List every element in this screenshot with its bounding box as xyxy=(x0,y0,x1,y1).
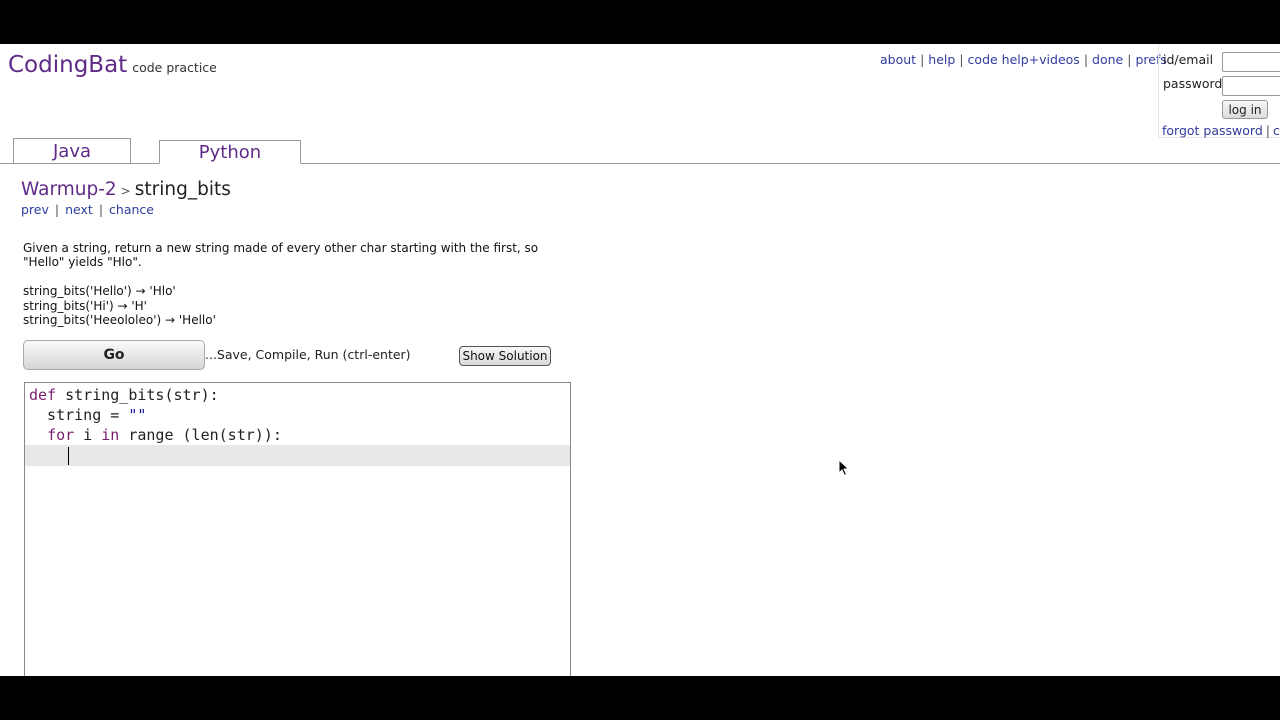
breadcrumb: Warmup-2 > string_bits xyxy=(21,179,231,200)
nav-separator: | xyxy=(1127,52,1132,67)
login-panel: id/email password log in forgot password… xyxy=(1158,44,1280,138)
show-solution-button[interactable]: Show Solution xyxy=(459,346,551,366)
top-nav: about | help | code help+videos | done | prefs xyxy=(880,52,1167,67)
example-line: string_bits('Hi') → 'H' xyxy=(23,298,147,313)
problem-nav-separator: | xyxy=(54,202,60,217)
code-keyword: in xyxy=(101,426,120,444)
create-account-link[interactable]: cr xyxy=(1273,123,1280,138)
id-email-input[interactable] xyxy=(1222,52,1280,72)
problem-nav-separator: | xyxy=(98,202,104,217)
code-line: for i in range (len(str)): xyxy=(29,425,282,445)
nav-done-link[interactable]: done xyxy=(1092,52,1123,67)
description-line: Given a string, return a new string made… xyxy=(23,241,539,255)
code-text: string_bits(str): xyxy=(56,386,219,404)
nav-separator: | xyxy=(959,52,964,67)
code-keyword: def xyxy=(29,386,57,404)
problem-description: Given a string, return a new string made… xyxy=(23,241,553,269)
go-button[interactable]: Go xyxy=(23,340,205,370)
breadcrumb-section-link[interactable]: Warmup-2 xyxy=(21,179,117,200)
id-email-label: id/email xyxy=(1163,52,1214,67)
nav-separator: | xyxy=(1083,52,1089,67)
nav-help-link[interactable]: help xyxy=(928,52,955,67)
code-editor[interactable]: def string_bits(str): string = "" for i … xyxy=(24,382,571,676)
problem-title: string_bits xyxy=(134,179,231,200)
text-caret xyxy=(68,447,69,465)
code-text: i xyxy=(74,426,102,444)
mouse-pointer-icon xyxy=(838,459,850,477)
site-tagline: code practice xyxy=(132,60,217,75)
next-link[interactable]: next xyxy=(65,202,93,217)
prev-link[interactable]: prev xyxy=(21,202,49,217)
nav-about-link[interactable]: about xyxy=(880,52,916,67)
login-link-separator: | xyxy=(1265,123,1270,138)
example-line: string_bits('Heeololeo') → 'Hello' xyxy=(23,313,216,327)
tab-java[interactable]: Java xyxy=(13,138,131,164)
code-string: "" xyxy=(128,406,147,424)
chance-link[interactable]: chance xyxy=(109,202,154,217)
nav-separator: | xyxy=(920,52,925,67)
site-logo-text[interactable]: CodingBat xyxy=(8,52,127,78)
problem-examples: string_bits('Hello') → 'Hlo' string_bits… xyxy=(23,284,216,328)
code-line: def string_bits(str): xyxy=(29,385,219,405)
login-links: forgot password|cr xyxy=(1162,123,1280,138)
example-line: string_bits('Hello') → 'Hlo' xyxy=(23,284,176,298)
breadcrumb-separator: > xyxy=(120,184,131,198)
forgot-password-link[interactable]: forgot password xyxy=(1162,123,1263,138)
code-text: string = xyxy=(29,406,129,424)
code-line: string = "" xyxy=(29,405,146,425)
nav-code-help-link[interactable]: code help+videos xyxy=(968,52,1080,67)
code-keyword: for xyxy=(47,426,75,444)
tab-python[interactable]: Python xyxy=(159,140,301,164)
problem-nav: prev | next | chance xyxy=(21,202,154,217)
password-input[interactable] xyxy=(1222,76,1280,96)
login-button[interactable]: log in xyxy=(1222,100,1268,119)
active-line-highlight xyxy=(25,445,570,466)
go-hint: ...Save, Compile, Run (ctrl-enter) xyxy=(205,347,411,362)
page: CodingBat code practice about | help | code … xyxy=(0,44,1280,676)
code-text: range (len(str)): xyxy=(119,426,282,444)
password-label: password xyxy=(1163,76,1223,91)
site-brand[interactable]: CodingBat code practice xyxy=(8,52,217,78)
description-line: "Hello" yields "Hlo". xyxy=(23,255,142,269)
